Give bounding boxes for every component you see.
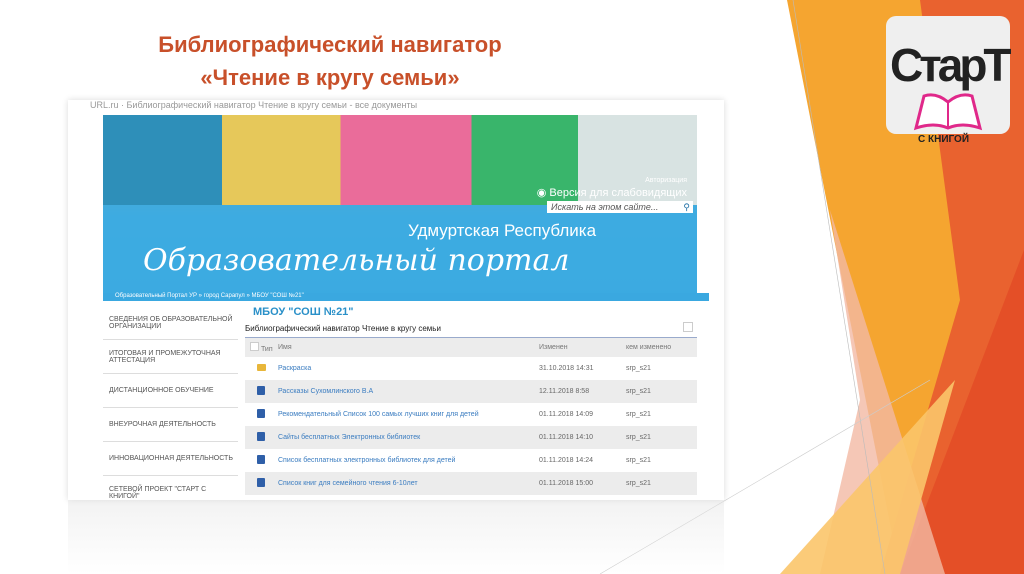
- modified-date: 31.10.2018 14:31: [539, 365, 594, 372]
- document-link[interactable]: Рассказы Сухомлинского В.А: [277, 380, 538, 403]
- select-checkbox[interactable]: [683, 322, 693, 332]
- table-row[interactable]: Список книг для семейного чтения 6-10лет…: [245, 472, 697, 495]
- col-modified[interactable]: Изменен: [538, 338, 625, 357]
- col-modified-by[interactable]: кем изменено: [625, 338, 697, 357]
- search-icon[interactable]: ⚲: [683, 201, 690, 213]
- modified-by: srp_s21: [626, 457, 651, 464]
- modified-date: 01.11.2018 15:00: [538, 472, 625, 495]
- portal-title: Образовательный портал: [143, 243, 570, 278]
- search-input[interactable]: Искать на этом сайте... ⚲: [547, 201, 693, 213]
- modified-by: srp_s21: [626, 365, 651, 372]
- select-all-checkbox[interactable]: [250, 342, 259, 351]
- folder-icon: [256, 364, 266, 371]
- sidebar-item[interactable]: Сведения об образовательной организации: [103, 306, 238, 340]
- sidebar-item[interactable]: Инновационная деятельность: [103, 442, 238, 476]
- library-title: Библиографический навигатор Чтение в кру…: [245, 322, 697, 338]
- low-vision-label: Версия для слабовидящих: [549, 187, 687, 199]
- table-row[interactable]: Рассказы Сухомлинского В.А 12.11.2018 8:…: [245, 380, 697, 403]
- open-book-icon: [913, 93, 983, 131]
- breadcrumb[interactable]: Образовательный Портал УР » город Сарапу…: [103, 293, 709, 301]
- table-row[interactable]: Список бесплатных электронных библиотек …: [245, 449, 697, 472]
- document-icon: [257, 409, 265, 418]
- region-title: Удмуртская Республика: [408, 221, 597, 240]
- logo-word: СтарТ: [890, 39, 1012, 91]
- modified-date: 12.11.2018 8:58: [538, 380, 625, 403]
- school-name[interactable]: МБОУ "СОШ №21": [245, 306, 697, 318]
- login-link[interactable]: Авторизация: [645, 177, 687, 184]
- table-header: Тип Имя Изменен кем изменено: [245, 338, 697, 357]
- start-with-book-logo: СтарТ с книгой: [886, 16, 1012, 145]
- search-placeholder: Искать на этом сайте...: [551, 202, 659, 212]
- modified-by: srp_s21: [625, 472, 697, 495]
- main-content: МБОУ "СОШ №21" Библиографический навигат…: [245, 306, 697, 500]
- sidebar-item[interactable]: Итоговая и промежуточная аттестация: [103, 340, 238, 374]
- sidebar-item[interactable]: Сетевой проект "Старт с книгой": [103, 476, 238, 500]
- logo-subtitle: с книгой: [918, 134, 970, 145]
- document-link[interactable]: Раскраска: [277, 357, 538, 380]
- eye-icon: ◉: [536, 187, 550, 199]
- modified-date: 01.11.2018 14:10: [538, 426, 625, 449]
- slide-title: Библиографический навигатор «Чтение в кр…: [120, 28, 540, 94]
- browser-title: URL.ru · Библиографический навигатор Чте…: [90, 100, 418, 110]
- modified-by: srp_s21: [625, 380, 697, 403]
- sidebar-item[interactable]: Внеурочная деятельность: [103, 408, 238, 442]
- modified-by: srp_s21: [626, 411, 651, 418]
- table-row[interactable]: Сайты бесплатных Электронных библиотек 0…: [245, 426, 697, 449]
- document-link[interactable]: Список книг для семейного чтения 6-10лет: [277, 472, 538, 495]
- modified-by: srp_s21: [625, 426, 697, 449]
- screenshot-reflection: [68, 500, 724, 574]
- document-icon: [257, 455, 265, 464]
- modified-date: 01.11.2018 14:24: [539, 457, 593, 464]
- table-row[interactable]: Раскраска 31.10.2018 14:31 srp_s21: [245, 357, 697, 380]
- sidebar-item[interactable]: Дистанционное обучение: [103, 374, 238, 408]
- document-icon: [257, 386, 265, 395]
- col-name[interactable]: Имя: [277, 338, 538, 357]
- table-row[interactable]: Рекомендательный Список 100 самых лучших…: [245, 403, 697, 426]
- library-title-text: Библиографический навигатор Чтение в кру…: [245, 324, 441, 333]
- website-screenshot: URL.ru · Библиографический навигатор Чте…: [68, 100, 724, 500]
- title-line-1: Библиографический навигатор: [158, 32, 502, 57]
- documents-table: Тип Имя Изменен кем изменено Раскраска 3…: [245, 338, 697, 500]
- document-link[interactable]: Список бесплатных электронных библиотек …: [277, 449, 538, 472]
- document-icon: [257, 478, 265, 487]
- modified-date: 01.11.2018 14:09: [539, 411, 593, 418]
- portal-banner: Авторизация ◉ Версия для слабовидящих Ис…: [103, 115, 697, 300]
- document-link[interactable]: Рекомендательный Список 100 самых лучших…: [277, 403, 538, 426]
- document-icon: [257, 432, 265, 441]
- document-link[interactable]: Сайты бесплатных Электронных библиотек: [277, 426, 538, 449]
- low-vision-link[interactable]: ◉ Версия для слабовидящих: [537, 186, 687, 199]
- title-line-2: «Чтение в кругу семьи»: [200, 65, 460, 90]
- sidebar: Сведения об образовательной организации …: [103, 306, 238, 500]
- col-type[interactable]: Тип: [261, 346, 273, 353]
